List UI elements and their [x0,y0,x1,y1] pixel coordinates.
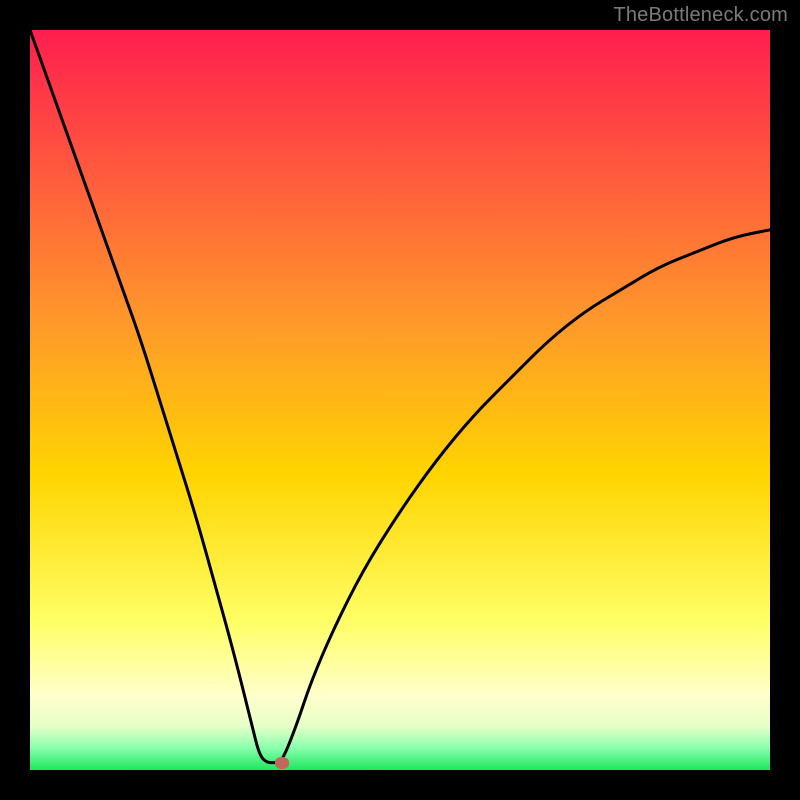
axis-border-bottom [0,770,800,800]
axis-border-left [0,0,30,800]
watermark-text: TheBottleneck.com [613,4,788,27]
plot-gradient-background [30,30,770,770]
chart-frame: TheBottleneck.com [0,0,800,800]
gradient-svg [30,30,770,770]
gradient-rect [30,30,770,770]
optimal-point-marker [275,757,289,769]
axis-border-right [770,0,800,800]
